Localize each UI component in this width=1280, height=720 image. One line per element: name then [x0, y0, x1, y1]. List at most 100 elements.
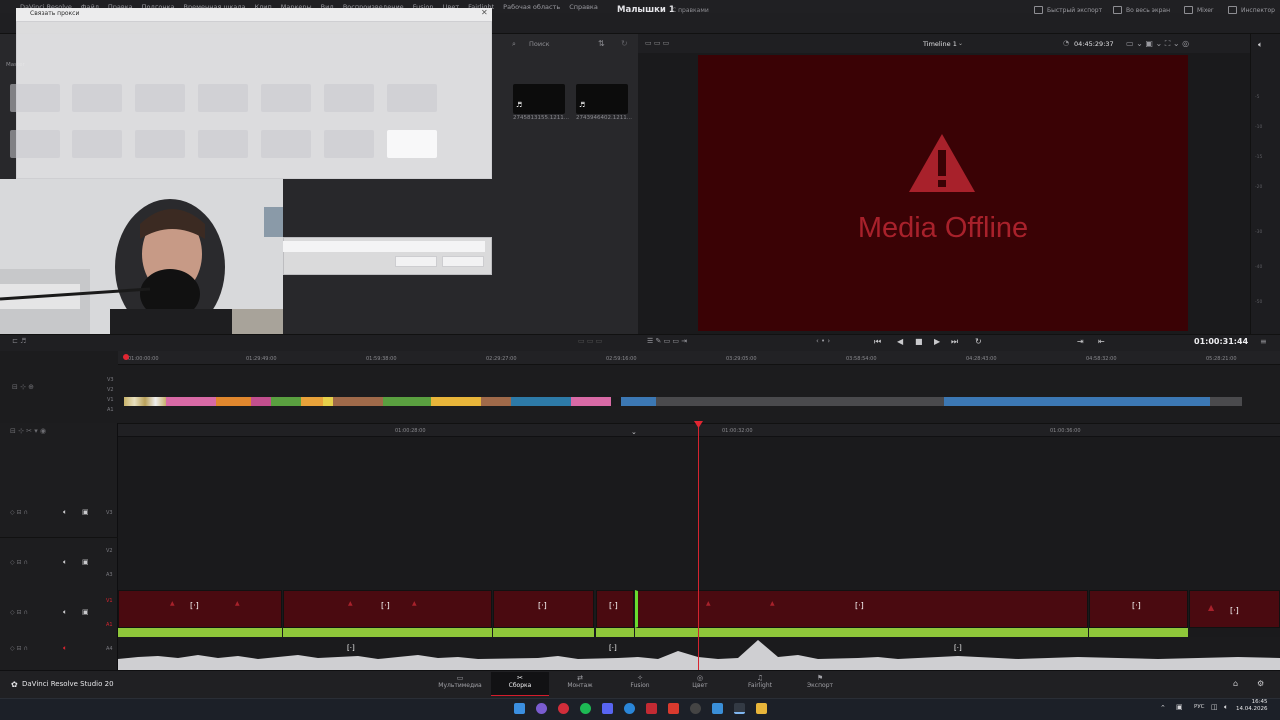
tab-edit[interactable]: ⇄ Монтаж [551, 672, 609, 696]
timeline-clip-offline[interactable] [118, 590, 282, 628]
speaker-icon[interactable]: 🔈︎ [1258, 40, 1263, 50]
media-pool-toolbar [498, 36, 638, 52]
viewer-tools-icon[interactable]: ▭ ▭ ▭ [645, 39, 669, 47]
taskbar-app-icon[interactable] [690, 703, 701, 714]
meter-tick: -5 [1255, 95, 1260, 100]
home-icon[interactable]: ⌂ [1233, 679, 1238, 688]
ruler-label: 01:00:32:00 [722, 428, 753, 434]
media-clip-thumbnail[interactable] [513, 84, 565, 114]
search-input[interactable]: Поиск [529, 40, 550, 48]
tray-app-icon[interactable]: ▣ [1176, 703, 1183, 711]
start-icon[interactable] [514, 703, 525, 714]
quick-export-button[interactable]: Быстрый экспорт [1034, 6, 1102, 14]
playhead[interactable] [698, 423, 699, 670]
opera-icon[interactable] [558, 703, 569, 714]
ruler-label: 01:00:28:00 [395, 428, 426, 434]
tab-cut[interactable]: ✂ Сборка [491, 672, 549, 696]
mark-out-icon[interactable]: ⇤ [1098, 337, 1105, 346]
network-icon[interactable]: ◫ [1211, 703, 1218, 711]
timeline-tool-icons[interactable]: ⊟ ⊹ ✂ ▾ ◉ [10, 427, 46, 435]
taskbar-app-icon[interactable] [712, 703, 723, 714]
input-language[interactable]: РУС [1194, 704, 1205, 710]
media-page-icon: ▭ [456, 674, 464, 682]
link-icon: [·] [855, 601, 864, 610]
loop-icon[interactable]: ↻ [975, 337, 982, 346]
stop-icon[interactable]: ■ [915, 337, 923, 346]
track-label: A1 [106, 622, 113, 628]
speaker-icon[interactable]: 🔈︎ [63, 558, 67, 567]
taskbar-app-icon[interactable] [646, 703, 657, 714]
viewer-mode-icon[interactable]: ▭ ⌄ ▣ ⌄ ⛶ ⌄ ◎ [1126, 39, 1189, 49]
folder-icon[interactable] [756, 703, 767, 714]
close-icon[interactable]: ✕ [481, 8, 488, 17]
audio-note-icon: ♬ [579, 101, 586, 109]
overview-clip-strip[interactable] [124, 397, 1272, 406]
track-controls[interactable]: ◇ ⊟ ∩ [10, 645, 28, 652]
tab-fusion[interactable]: ✧ Fusion [611, 672, 669, 696]
chevron-down-icon[interactable]: ⌄ [631, 428, 637, 436]
discord-icon[interactable] [602, 703, 613, 714]
warning-icon: ▲ [706, 600, 711, 607]
edge-icon[interactable] [624, 703, 635, 714]
system-clock[interactable]: 16:45 14.04.2026 [1236, 699, 1268, 713]
tab-media[interactable]: ▭ Мультимедиа [431, 672, 489, 696]
tab-deliver[interactable]: ⚑ Экспорт [791, 672, 849, 696]
meter-tick: -10 [1255, 125, 1263, 130]
ghost-thumbnail [10, 84, 60, 112]
speaker-icon[interactable]: 🔈︎ [63, 508, 67, 517]
refresh-icon[interactable]: ↻ [621, 39, 628, 48]
gear-icon[interactable]: ⚙ [1257, 679, 1264, 688]
clock-date: 14.04.2026 [1236, 706, 1268, 712]
media-clip-thumbnail[interactable] [576, 84, 628, 114]
clip-tools-icon[interactable]: ▭ ▭ ▭ [578, 337, 602, 345]
ruler-label: 02:59:16:00 [606, 356, 637, 362]
edit-tools-icon[interactable]: ☰ ✎ ▭ ▭ ⇥ [647, 337, 687, 345]
jog-icon[interactable]: ‹ • › [816, 337, 830, 345]
dialog-ok-button[interactable] [395, 256, 437, 267]
speaker-muted-icon[interactable]: 🔈︎ [63, 644, 67, 653]
video-toggle-icon[interactable]: ▣ [82, 508, 89, 516]
overview-playhead[interactable] [123, 354, 129, 360]
taskbar-app-icon[interactable] [536, 703, 547, 714]
tab-color[interactable]: ◎ Цвет [671, 672, 729, 696]
video-toggle-icon[interactable]: ▣ [82, 558, 89, 566]
taskbar-app-icon[interactable] [668, 703, 679, 714]
skip-start-icon[interactable]: ⏮ [874, 337, 881, 347]
mark-in-icon[interactable]: ⇥ [1077, 337, 1084, 346]
menu-item-help[interactable]: Справка [569, 3, 598, 11]
export-icon [1034, 6, 1043, 14]
speaker-icon[interactable]: 🔈︎ [63, 608, 67, 617]
reverse-play-icon[interactable]: ◀ [897, 337, 903, 346]
tab-fairlight[interactable]: ♫ Fairlight [731, 672, 789, 696]
ghost-thumbnail [324, 84, 374, 112]
audio-track-a4[interactable] [118, 637, 1280, 670]
ghost-thumbnail [261, 130, 311, 158]
sort-icon[interactable]: ⇅ [598, 39, 605, 48]
skip-end-icon[interactable]: ⏭ [951, 337, 958, 347]
track-controls[interactable]: ◇ ⊟ ∩ [10, 559, 28, 566]
volume-icon[interactable]: 🔈︎ [1224, 703, 1228, 712]
timeline-name-dropdown[interactable]: Timeline 1 [923, 40, 957, 48]
play-icon[interactable]: ▶ [934, 337, 940, 346]
video-toggle-icon[interactable]: ▣ [82, 608, 89, 616]
fairlight-page-icon: ♫ [756, 674, 764, 682]
warning-icon: ▲ [412, 600, 417, 607]
tray-chevron-icon[interactable]: ⌃ [1160, 704, 1166, 712]
search-icon[interactable]: ⌕ [512, 40, 516, 49]
resolve-taskbar-icon[interactable] [734, 703, 745, 714]
ghost-thumbnail [135, 84, 185, 112]
panel-layout-icon[interactable]: ⊏ ♬ [12, 337, 26, 345]
fullscreen-button[interactable]: Во весь экран [1113, 6, 1170, 14]
inspector-button[interactable]: Инспектор [1228, 6, 1275, 14]
ghost-thumbnail [10, 130, 60, 158]
track-controls[interactable]: ◇ ⊟ ∩ [10, 509, 28, 516]
mixer-button[interactable]: Mixer [1184, 6, 1213, 14]
dialog-path-field[interactable] [283, 241, 485, 252]
media-offline-text: Media Offline [857, 212, 1029, 244]
media-clip-name: 2745813155.1211... [513, 115, 569, 121]
dialog-cancel-button[interactable] [442, 256, 484, 267]
options-icon[interactable]: ≡ [1260, 337, 1267, 346]
track-controls[interactable]: ◇ ⊟ ∩ [10, 609, 28, 616]
menu-item-workspace[interactable]: Рабочая область [503, 3, 560, 11]
spotify-icon[interactable] [580, 703, 591, 714]
